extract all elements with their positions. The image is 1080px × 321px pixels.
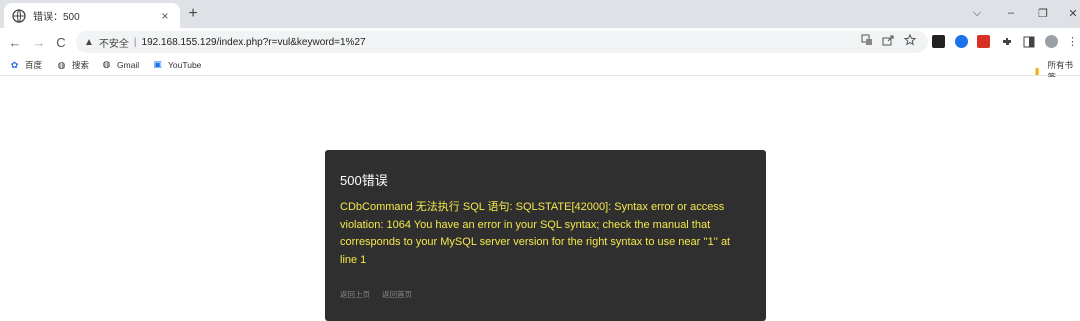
bookmark-label: Gmail	[117, 59, 140, 70]
close-window-button[interactable]: ✕	[1064, 4, 1080, 22]
tab-title: 错误：500	[33, 12, 80, 23]
reload-button[interactable]: C	[52, 33, 70, 51]
bookmark-item[interactable]: ◍ 搜索	[56, 59, 89, 71]
folder-icon: ▮	[1034, 65, 1040, 76]
back-button[interactable]: ←	[6, 33, 24, 51]
globe-icon	[12, 8, 26, 23]
page-content: 500错误 CDbCommand 无法执行 SQL 语句: SQLSTATE[4…	[0, 77, 1080, 321]
tab-search-icon[interactable]: ⌵	[968, 4, 986, 22]
new-tab-button[interactable]: +	[184, 4, 202, 24]
bookmark-item[interactable]: ◍ Gmail	[101, 59, 140, 70]
globe-icon: ◍	[102, 59, 111, 69]
url-text[interactable]: 192.168.155.129/index.php?r=vul&keyword=…	[142, 37, 366, 48]
tab-strip: 错误：500 × + ⌵ – ❐ ✕	[0, 0, 1080, 28]
close-tab-icon[interactable]: ×	[158, 9, 172, 23]
extension-icon[interactable]	[932, 35, 945, 48]
translate-icon[interactable]	[860, 33, 874, 47]
address-separator: |	[133, 36, 137, 48]
address-bar[interactable]: ▲ 不安全 | 192.168.155.129/index.php?r=vul&…	[76, 31, 928, 53]
bookmark-label: 搜索	[72, 60, 90, 70]
profile-avatar-icon[interactable]	[1045, 35, 1058, 48]
restore-button[interactable]: ❐	[1034, 4, 1052, 22]
error-links: 返回上页 返回首页	[340, 289, 751, 300]
extension-icon[interactable]	[977, 35, 990, 48]
share-icon[interactable]	[881, 33, 895, 47]
error-panel: 500错误 CDbCommand 无法执行 SQL 语句: SQLSTATE[4…	[325, 150, 766, 321]
bookmark-label: 百度	[25, 60, 43, 70]
youtube-icon: ▣	[153, 59, 162, 69]
puzzle-icon[interactable]	[1000, 35, 1013, 48]
globe-icon: ◍	[57, 59, 66, 70]
bookmark-item[interactable]: ✿ 百度	[9, 59, 42, 71]
error-message: CDbCommand 无法执行 SQL 语句: SQLSTATE[42000]:…	[340, 201, 731, 266]
minimize-button[interactable]: –	[1002, 4, 1020, 22]
tab-active[interactable]: 错误：500 ×	[4, 3, 180, 28]
home-link[interactable]: 返回首页	[382, 290, 412, 299]
bookmark-star-icon[interactable]	[903, 33, 917, 47]
bookmarks-bar: ✿ 百度 ◍ 搜索 ◍ Gmail ▣ YouTube ▮ 所有书签	[0, 56, 1080, 82]
bookmark-label: YouTube	[168, 59, 202, 70]
bookmark-item[interactable]: ▣ YouTube	[152, 59, 201, 70]
forward-button[interactable]: →	[30, 33, 48, 51]
menu-icon[interactable]: ⋮	[1066, 35, 1079, 48]
error-title: 500错误	[340, 173, 388, 188]
back-link[interactable]: 返回上页	[340, 290, 370, 299]
browser-toolbar: ← → C ▲ 不安全 | 192.168.155.129/index.php?…	[0, 28, 1080, 56]
translate-icon: ✿	[10, 59, 19, 70]
security-label[interactable]: 不安全	[99, 35, 129, 50]
side-panel-icon[interactable]	[1022, 35, 1035, 48]
extension-icon[interactable]	[955, 35, 968, 48]
warning-icon[interactable]: ▲	[84, 37, 94, 48]
